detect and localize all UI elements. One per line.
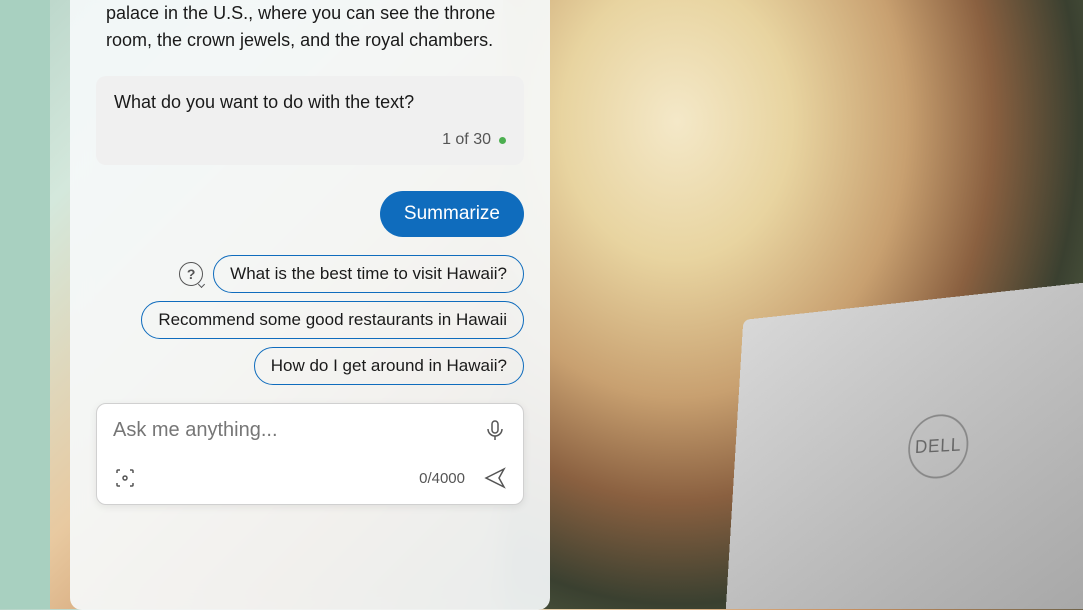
chat-input-box[interactable]: Ask me anything... 0/4000 [96, 403, 524, 505]
suggestion-list: What is the best time to visit Hawaii? R… [90, 255, 524, 385]
send-icon[interactable] [483, 466, 507, 490]
prompt-card: What do you want to do with the text? 1 … [96, 76, 524, 165]
chat-panel: palace in the U.S., where you can see th… [70, 0, 550, 610]
status-dot-icon [499, 137, 506, 144]
help-icon[interactable] [179, 262, 203, 286]
scan-icon[interactable] [113, 466, 137, 490]
suggestion-chip-2[interactable]: Recommend some good restaurants in Hawai… [141, 301, 524, 339]
laptop-logo: DELL [907, 412, 969, 479]
prompt-card-text: What do you want to do with the text? [114, 92, 506, 113]
background-photo: DELL [503, 0, 1083, 609]
prompt-card-footer: 1 of 30 [114, 131, 506, 149]
suggestion-chip-1[interactable]: What is the best time to visit Hawaii? [213, 255, 524, 293]
mic-icon[interactable] [483, 418, 507, 442]
suggestion-chip-3[interactable]: How do I get around in Hawaii? [254, 347, 524, 385]
chat-input[interactable]: Ask me anything... [113, 419, 278, 442]
assistant-message: palace in the U.S., where you can see th… [90, 0, 530, 68]
user-message: Summarize [380, 191, 524, 237]
prompt-counter: 1 of 30 [442, 131, 491, 149]
laptop-graphic: DELL [726, 282, 1083, 609]
left-edge-accent [0, 0, 50, 609]
char-counter: 0/4000 [419, 470, 465, 487]
